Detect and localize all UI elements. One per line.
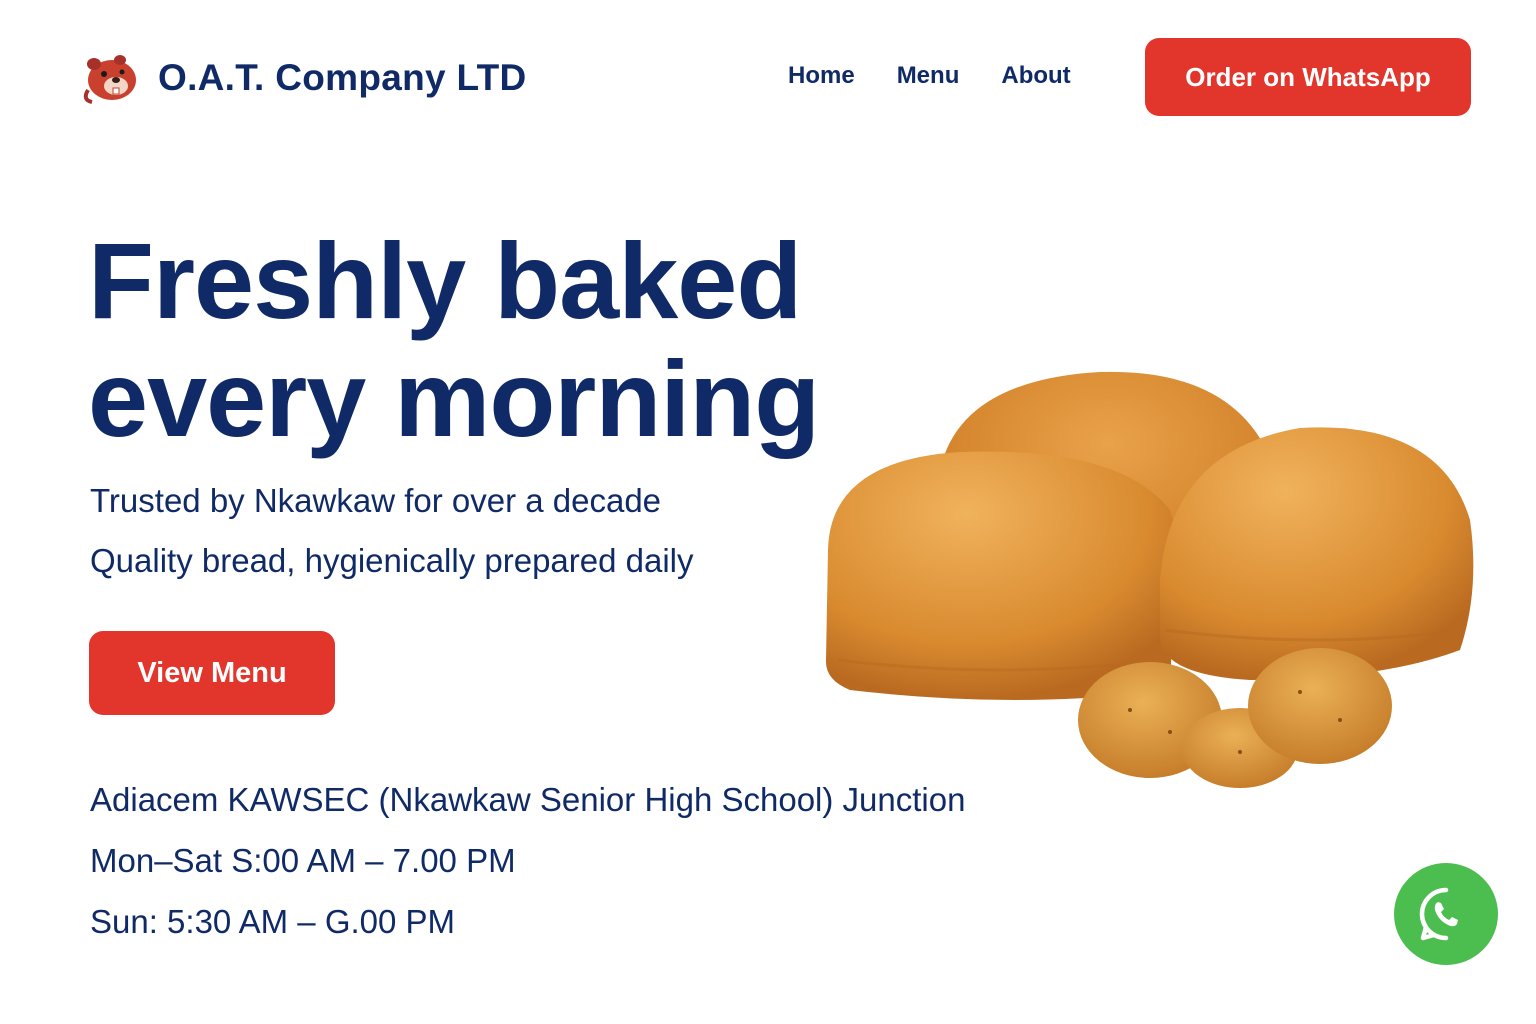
view-menu-button[interactable]: View Menu — [89, 631, 335, 715]
order-whatsapp-button[interactable]: Order on WhatsApp — [1145, 38, 1471, 116]
hours-weekday-text: Mon–Sat S:00 AM – 7.00 PM — [90, 842, 516, 879]
hero-title-line2: every morning — [88, 338, 820, 459]
brand[interactable]: O.A.T. Company LTD — [80, 50, 527, 106]
hero-title-line1: Freshly baked — [88, 220, 802, 341]
brand-name: O.A.T. Company LTD — [158, 57, 527, 98]
main-nav: Home Menu About — [788, 62, 1113, 90]
top-navbar: O.A.T. Company LTD Home Menu About Order… — [0, 0, 1536, 150]
nav-about-link[interactable]: About — [1001, 62, 1070, 90]
hero-title: Freshly baked every morning — [88, 220, 820, 459]
nav-home-link[interactable]: Home — [788, 62, 855, 90]
hero-tagline-trust: Trusted by Nkawkaw for over a decade — [90, 482, 662, 519]
beaver-mascot-icon — [83, 55, 136, 104]
whatsapp-icon — [1419, 887, 1458, 941]
bread-loaves-image — [825, 371, 1474, 788]
hero-tagline-quality: Quality bread, hygienically prepared dai… — [90, 542, 694, 579]
hours-sunday-text: Sun: 5:30 AM – G.00 PM — [90, 903, 456, 940]
whatsapp-floating-button[interactable] — [1394, 863, 1498, 965]
nav-menu-link[interactable]: Menu — [897, 62, 960, 90]
